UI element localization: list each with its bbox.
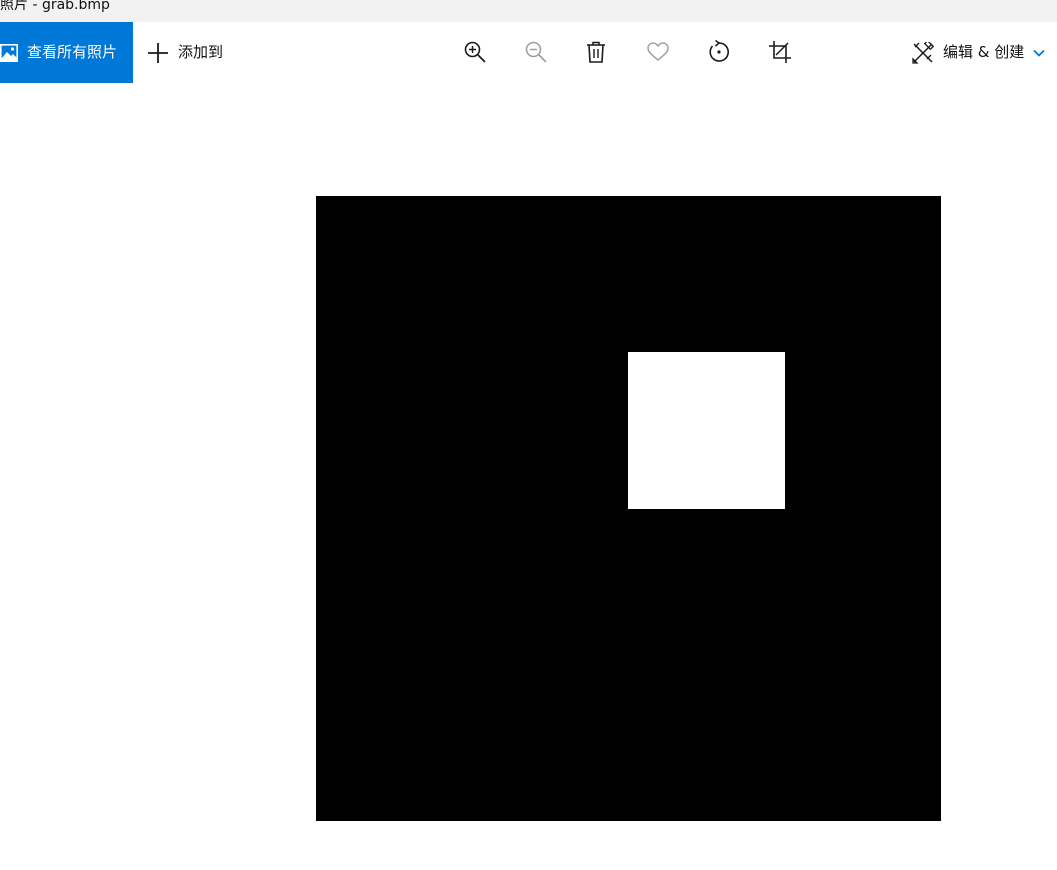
edit-create-button[interactable]: 编辑 & 创建 [905,32,1057,72]
add-to-label: 添加到 [178,43,224,61]
heart-icon [647,42,669,61]
title-bar: 照片 - grab.bmp [0,0,1057,22]
crop-icon [769,41,791,63]
plus-icon [148,43,168,63]
photo-white-square [628,352,785,509]
toolbar: 查看所有照片 添加到 编辑 & 创建 [0,22,1057,83]
edit-create-icon [912,42,934,64]
view-all-photos-label: 查看所有照片 [27,43,118,61]
zoom-out-button[interactable] [516,32,556,72]
favorite-button[interactable] [638,32,678,72]
photo-viewer[interactable] [0,83,1057,870]
photo-icon [0,44,18,62]
zoom-out-icon [525,41,547,63]
crop-button[interactable] [760,32,800,72]
zoom-in-icon [464,41,486,63]
window-title: 照片 - grab.bmp [0,0,110,13]
rotate-icon [709,40,729,62]
rotate-button[interactable] [699,32,739,72]
zoom-in-button[interactable] [455,32,495,72]
add-to-button[interactable]: 添加到 [143,32,233,72]
trash-icon [587,41,605,63]
delete-button[interactable] [576,32,616,72]
displayed-photo [316,196,941,821]
view-all-photos-button[interactable]: 查看所有照片 [0,22,133,83]
chevron-down-icon [1033,49,1045,57]
edit-create-label: 编辑 & 创建 [943,43,1025,61]
